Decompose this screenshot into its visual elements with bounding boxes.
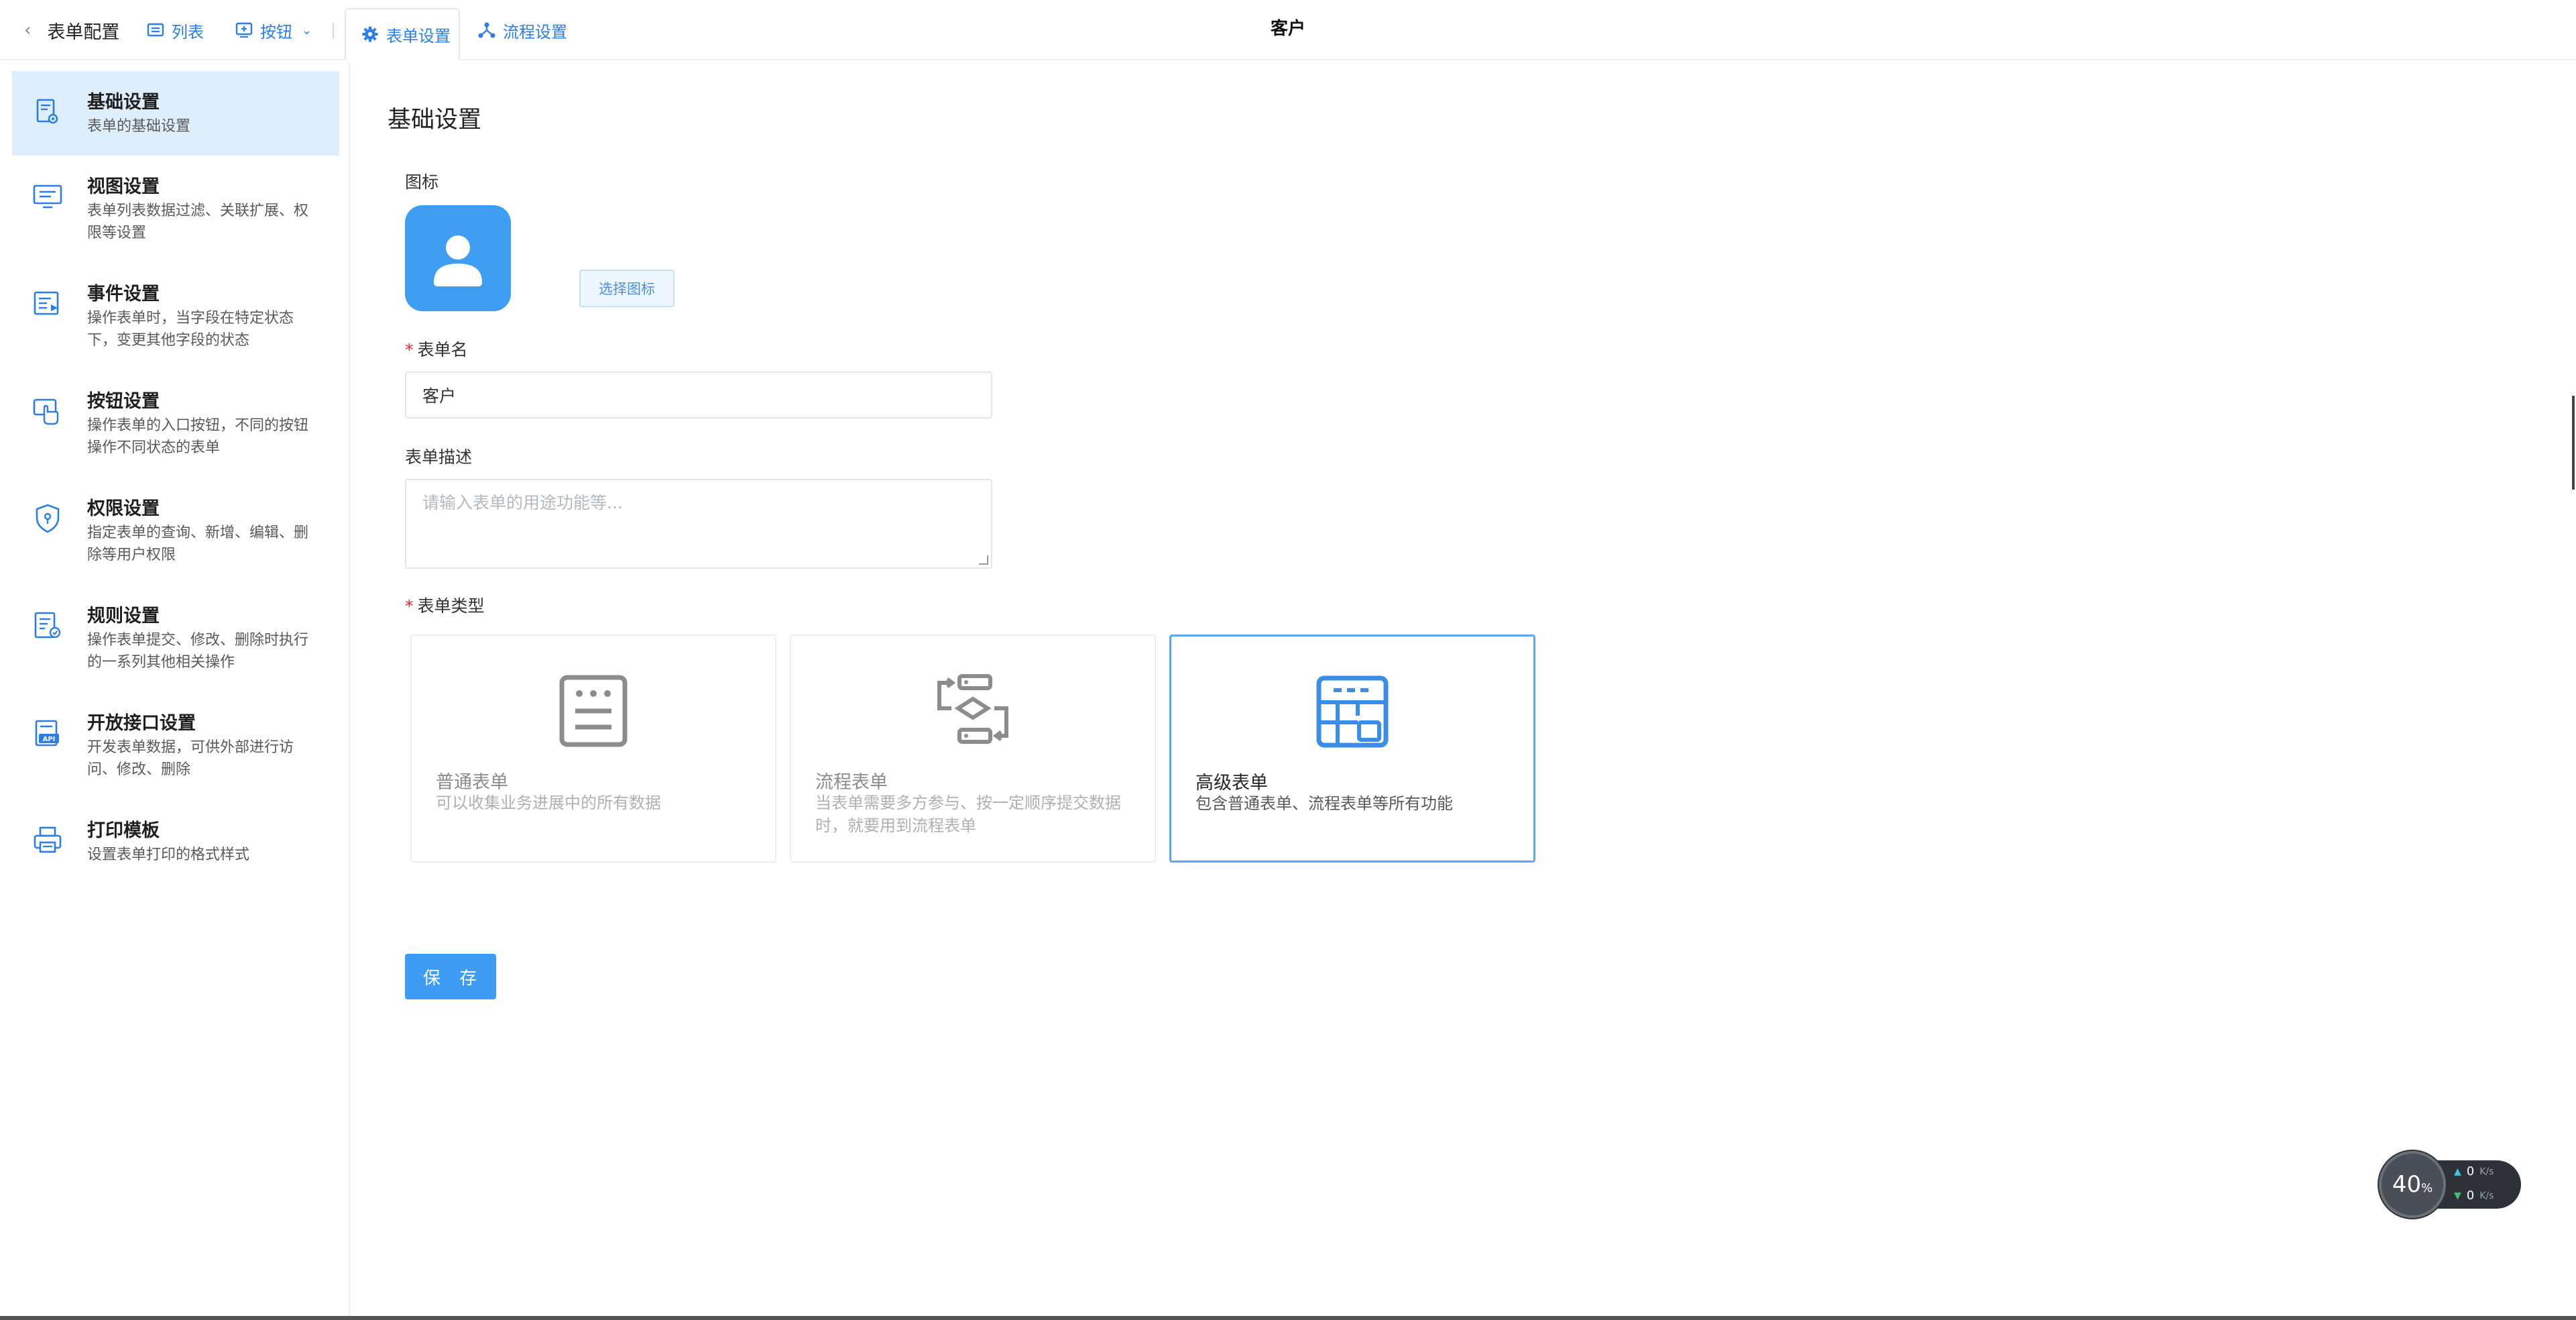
window-bottom-edge [0,1316,2576,1320]
form-gear-icon [31,95,64,129]
card-desc: 包含普通表单、流程表单等所有功能 [1195,794,1453,813]
monitor-icon [31,180,64,213]
download-speed: ▼ 0 K/s [2454,1189,2494,1203]
printer-icon [31,824,64,857]
tab-flow-settings[interactable]: 流程设置 [477,0,567,60]
form-name-value: 客户 [422,386,457,406]
upload-speed: ▲ 0 K/s [2454,1164,2494,1178]
download-value: 0 [2466,1189,2475,1203]
sidebar-item-desc: 操作表单时，当字段在特定状态下，变更其他字段的状态 [87,310,294,349]
top-bar: ‹ 表单配置 列表 按钮 ⌄ 表单设置 流程设置 客户 [0,0,2576,60]
svg-text:API: API [43,736,56,743]
form-name-label-text: 表单名 [417,340,468,360]
required-asterisk: * [405,340,414,360]
choose-icon-button[interactable]: 选择图标 [579,270,675,307]
card-title: 高级表单 [1195,773,1268,793]
form-type-card-advanced[interactable]: 高级表单 包含普通表单、流程表单等所有功能 [1169,635,1535,863]
user-avatar-icon [434,235,482,286]
icon-label: 图标 [405,172,439,192]
resize-handle-icon[interactable] [979,555,988,565]
sidebar-item-title: 开放接口设置 [87,713,196,734]
form-desc-placeholder: 请输入表单的用途功能等... [422,493,623,512]
tab-flow-settings-label: 流程设置 [503,22,567,42]
sidebar-item-basic[interactable]: 基础设置 表单的基础设置 [12,71,339,156]
back-label: 表单配置 [47,21,120,43]
gear-icon [361,25,379,44]
save-button[interactable]: 保 存 [405,954,496,999]
sidebar-item-rule[interactable]: 规则设置 操作表单提交、修改、删除时执行的一系列其他相关操作 [12,585,339,692]
sidebar-item-title: 按钮设置 [87,391,160,412]
sidebar-item-permission[interactable]: 权限设置 指定表单的查询、新增、编辑、删除等用户权限 [12,478,339,585]
section-title: 基础设置 [388,107,482,133]
sidebar-item-view[interactable]: 视图设置 表单列表数据过滤、关联扩展、权限等设置 [12,156,339,263]
required-asterisk: * [405,596,414,616]
sidebar-item-desc: 表单列表数据过滤、关联扩展、权限等设置 [87,203,309,241]
usage-percent-value: 40 [2392,1171,2422,1198]
tab-form-settings[interactable]: 表单设置 [345,8,460,60]
sidebar-item-desc: 操作表单的入口按钮，不同的按钮操作不同状态的表单 [87,417,309,456]
tab-list-label: 列表 [172,22,204,42]
sidebar-item-desc: 表单的基础设置 [87,118,191,135]
card-desc: 当表单需要多方参与、按一定顺序提交数据时，就要用到流程表单 [815,793,1121,835]
usage-percent: 40% [2379,1151,2446,1218]
flow-branch-icon [477,21,496,40]
scrollbar-thumb[interactable] [2572,396,2575,490]
download-unit: K/s [2479,1190,2494,1201]
flow-form-icon [791,673,1155,749]
form-name-input[interactable]: 客户 [405,372,992,419]
tab-button-label: 按钮 [260,22,292,42]
tab-button-dropdown[interactable]: 按钮 ⌄ [235,0,312,60]
sidebar-item-print-template[interactable]: 打印模板 设置表单打印的格式样式 [12,800,339,887]
toolbar-divider [333,23,334,39]
chevron-down-icon: ⌄ [302,23,312,38]
form-desc-textarea[interactable]: 请输入表单的用途功能等... [405,479,992,569]
upload-unit: K/s [2479,1166,2494,1177]
form-desc-label: 表单描述 [405,447,473,467]
shield-icon [31,502,64,535]
form-type-card-flow[interactable]: 流程表单 当表单需要多方参与、按一定顺序提交数据时，就要用到流程表单 [790,635,1156,863]
chevron-left-icon: ‹ [24,20,32,40]
page-title: 客户 [1270,19,1305,39]
sidebar-item-title: 事件设置 [87,284,160,305]
settings-sidebar: 基础设置 表单的基础设置 视图设置 表单列表数据过滤、关联扩展、权限等设置 事件… [0,62,350,1320]
advanced-form-icon [1171,674,1533,749]
form-icon-preview[interactable] [405,205,511,311]
sidebar-item-desc: 开发表单数据，可供外部进行访问、修改、删除 [87,739,294,778]
list-icon [146,21,165,40]
tab-list[interactable]: 列表 [146,0,204,60]
rule-doc-icon [31,609,64,643]
sidebar-item-title: 视图设置 [87,176,160,197]
tab-form-settings-label: 表单设置 [386,26,451,46]
usage-percent-unit: % [2421,1180,2433,1195]
sidebar-item-title: 规则设置 [87,606,160,626]
add-button-icon [235,21,253,40]
event-icon [31,287,64,321]
back-button[interactable]: ‹ 表单配置 [24,0,119,60]
arrow-up-icon: ▲ [2454,1166,2461,1177]
card-desc: 可以收集业务进展中的所有数据 [436,793,661,812]
form-type-label-text: 表单类型 [417,596,485,616]
form-type-label: * 表单类型 [405,593,485,617]
sidebar-item-desc: 指定表单的查询、新增、编辑、删除等用户权限 [87,525,309,563]
sidebar-item-desc: 操作表单提交、修改、删除时执行的一系列其他相关操作 [87,632,309,671]
sidebar-item-open-api[interactable]: API 开放接口设置 开发表单数据，可供外部进行访问、修改、删除 [12,692,339,800]
form-type-card-normal[interactable]: 普通表单 可以收集业务进展中的所有数据 [410,635,776,863]
sidebar-item-title: 基础设置 [87,92,160,113]
arrow-down-icon: ▼ [2454,1190,2461,1201]
sidebar-item-title: 权限设置 [87,498,160,519]
sidebar-item-desc: 设置表单打印的格式样式 [87,846,250,863]
main-content: 基础设置 图标 选择图标 * 表单名 客户 表单描述 请输入表单的用途功能等...… [351,62,2576,1320]
card-title: 流程表单 [815,772,888,793]
card-title: 普通表单 [436,772,508,793]
hand-pointer-icon [31,394,64,428]
api-icon: API [31,716,64,750]
network-speed-widget[interactable]: 40% ▲ 0 K/s ▼ 0 K/s [2379,1151,2521,1218]
sidebar-item-event[interactable]: 事件设置 操作表单时，当字段在特定状态下，变更其他字段的状态 [12,263,339,370]
list-form-icon [412,673,775,749]
sidebar-item-button[interactable]: 按钮设置 操作表单的入口按钮，不同的按钮操作不同状态的表单 [12,370,339,478]
form-name-label: * 表单名 [405,337,468,361]
sidebar-item-title: 打印模板 [87,820,160,841]
upload-value: 0 [2466,1164,2475,1178]
